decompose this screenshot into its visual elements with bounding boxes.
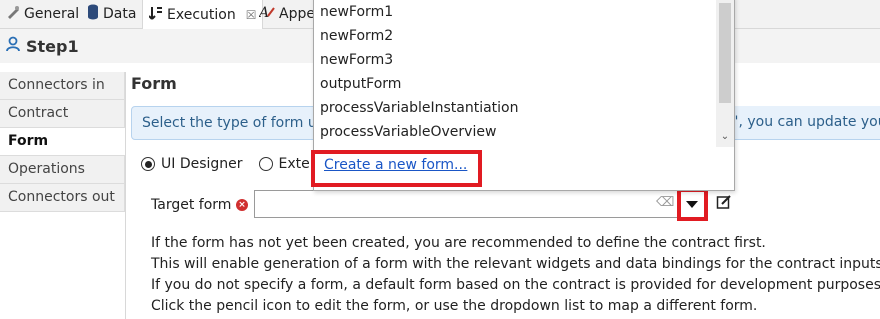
svg-text:A: A: [259, 5, 269, 20]
sidebar-item-form[interactable]: Form: [0, 128, 125, 156]
ui-designer-radio[interactable]: [141, 157, 155, 171]
tab-appearance-label: Appe: [279, 6, 315, 22]
tab-appearance[interactable]: A Appe: [257, 0, 315, 28]
scrollbar-thumb[interactable]: [719, 3, 731, 103]
user-task-icon: [6, 36, 20, 56]
target-form-label: Target form: [151, 197, 232, 213]
external-radio[interactable]: [258, 157, 273, 171]
form-dropdown-list: newForm1 newForm2 newForm3 outputForm pr…: [314, 0, 714, 144]
properties-icon: [6, 5, 20, 23]
sidebar-item-contract[interactable]: Contract: [0, 100, 125, 128]
step-title: Step1: [26, 36, 79, 56]
tab-data[interactable]: Data: [87, 0, 136, 28]
sidebar-item-connectors-out[interactable]: Connectors out: [0, 184, 125, 212]
database-icon: [87, 4, 99, 24]
tab-data-label: Data: [103, 6, 137, 22]
tab-general-label: General: [24, 6, 80, 22]
execution-icon: [148, 5, 163, 25]
tab-execution[interactable]: Execution ☒: [142, 0, 264, 29]
help-line: If you do not specify a form, a default …: [151, 277, 880, 293]
help-line: This will enable generation of a form wi…: [151, 256, 880, 272]
appearance-icon: A: [257, 4, 275, 24]
scroll-down-icon[interactable]: ⌄: [719, 131, 731, 143]
target-form-combo[interactable]: [254, 190, 707, 218]
pencil-icon: [716, 194, 732, 214]
execution-sidebar: Connectors in Contract Form Operations C…: [0, 72, 126, 319]
ui-designer-radio-label: UI Designer: [161, 156, 243, 172]
highlight-create-link: [311, 150, 482, 187]
clear-input-icon[interactable]: ⌫: [656, 195, 674, 210]
form-type-radio-group: UI Designer Externa: [141, 156, 333, 172]
close-tab-icon[interactable]: ☒: [246, 8, 257, 22]
info-banner-text: Select the type of form us: [142, 115, 324, 131]
dropdown-option-newform2[interactable]: newForm2: [314, 24, 714, 48]
edit-form-button[interactable]: [713, 193, 735, 215]
dropdown-option-outputform[interactable]: outputForm: [314, 72, 714, 96]
dropdown-option-processvariableoverview[interactable]: processVariableOverview: [314, 120, 714, 144]
help-line: If the form has not yet been created, yo…: [151, 235, 766, 251]
help-line: Click the pencil icon to edit the form, …: [151, 298, 758, 314]
tab-execution-label: Execution: [167, 6, 236, 23]
dropdown-option-newform3[interactable]: newForm3: [314, 48, 714, 72]
dropdown-option-newform1[interactable]: newForm1: [314, 0, 714, 24]
tab-general[interactable]: General: [6, 0, 79, 28]
sidebar-item-connectors-in[interactable]: Connectors in: [0, 72, 125, 100]
dropdown-option-processvariableinstantiation[interactable]: processVariableInstantiation: [314, 96, 714, 120]
highlight-dropdown-button: [677, 188, 708, 221]
error-icon: ×: [236, 199, 248, 211]
dropdown-scrollbar[interactable]: ⌄: [716, 0, 734, 147]
info-banner-tail: ", you can update your: [732, 106, 880, 138]
section-title: Form: [131, 74, 177, 93]
help-text: If the form has not yet been created, yo…: [151, 233, 880, 317]
sidebar-item-operations[interactable]: Operations: [0, 156, 125, 184]
